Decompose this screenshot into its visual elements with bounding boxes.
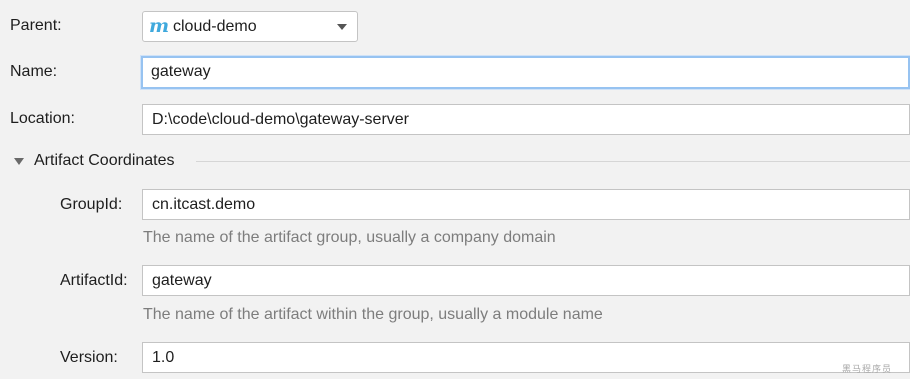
location-input[interactable]: D:\code\cloud-demo\gateway-server: [142, 104, 910, 135]
parent-dropdown[interactable]: m cloud-demo: [142, 11, 358, 42]
groupid-hint: The name of the artifact group, usually …: [143, 229, 556, 246]
version-label: Version:: [60, 349, 118, 366]
watermark: 黑马程序员: [841, 364, 892, 374]
parent-dropdown-value: cloud-demo: [173, 18, 257, 35]
groupid-label: GroupId:: [60, 196, 123, 213]
maven-m-icon: m: [149, 15, 170, 37]
version-input[interactable]: 1.0: [142, 342, 910, 373]
parent-label: Parent:: [10, 17, 62, 34]
artifactid-hint: The name of the artifact within the grou…: [143, 306, 603, 323]
name-input[interactable]: gateway: [141, 56, 910, 89]
chevron-down-icon[interactable]: [337, 24, 347, 30]
groupid-input[interactable]: cn.itcast.demo: [142, 189, 910, 220]
artifactid-label: ArtifactId:: [60, 272, 128, 289]
expand-toggle-icon[interactable]: [14, 158, 24, 165]
name-label: Name:: [10, 63, 58, 80]
location-label: Location:: [10, 110, 75, 127]
artifactid-input[interactable]: gateway: [142, 265, 910, 296]
artifact-coordinates-title[interactable]: Artifact Coordinates: [34, 152, 175, 170]
section-divider: [196, 161, 910, 162]
